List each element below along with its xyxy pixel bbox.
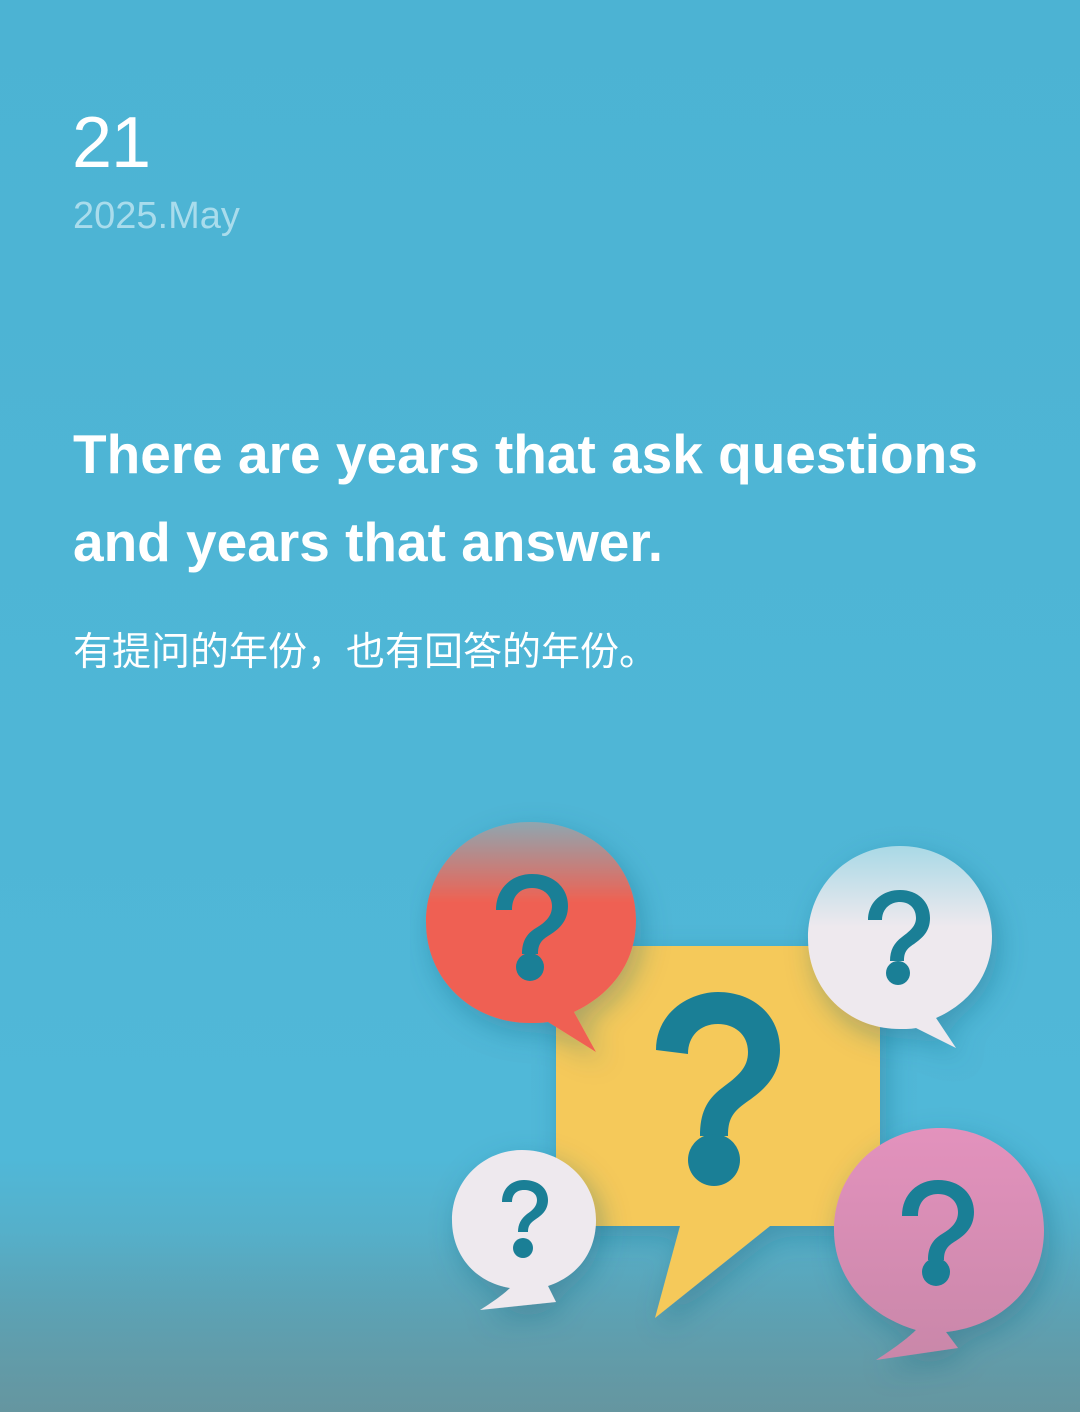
quote-chinese: 有提问的年份，也有回答的年份。 [73,630,659,675]
date-month-year: 2025.May [73,195,240,237]
date-day: 21 [72,103,151,183]
quote-english: There are years that ask questions and y… [73,423,978,573]
question-bubbles-illustration [426,822,1044,1360]
